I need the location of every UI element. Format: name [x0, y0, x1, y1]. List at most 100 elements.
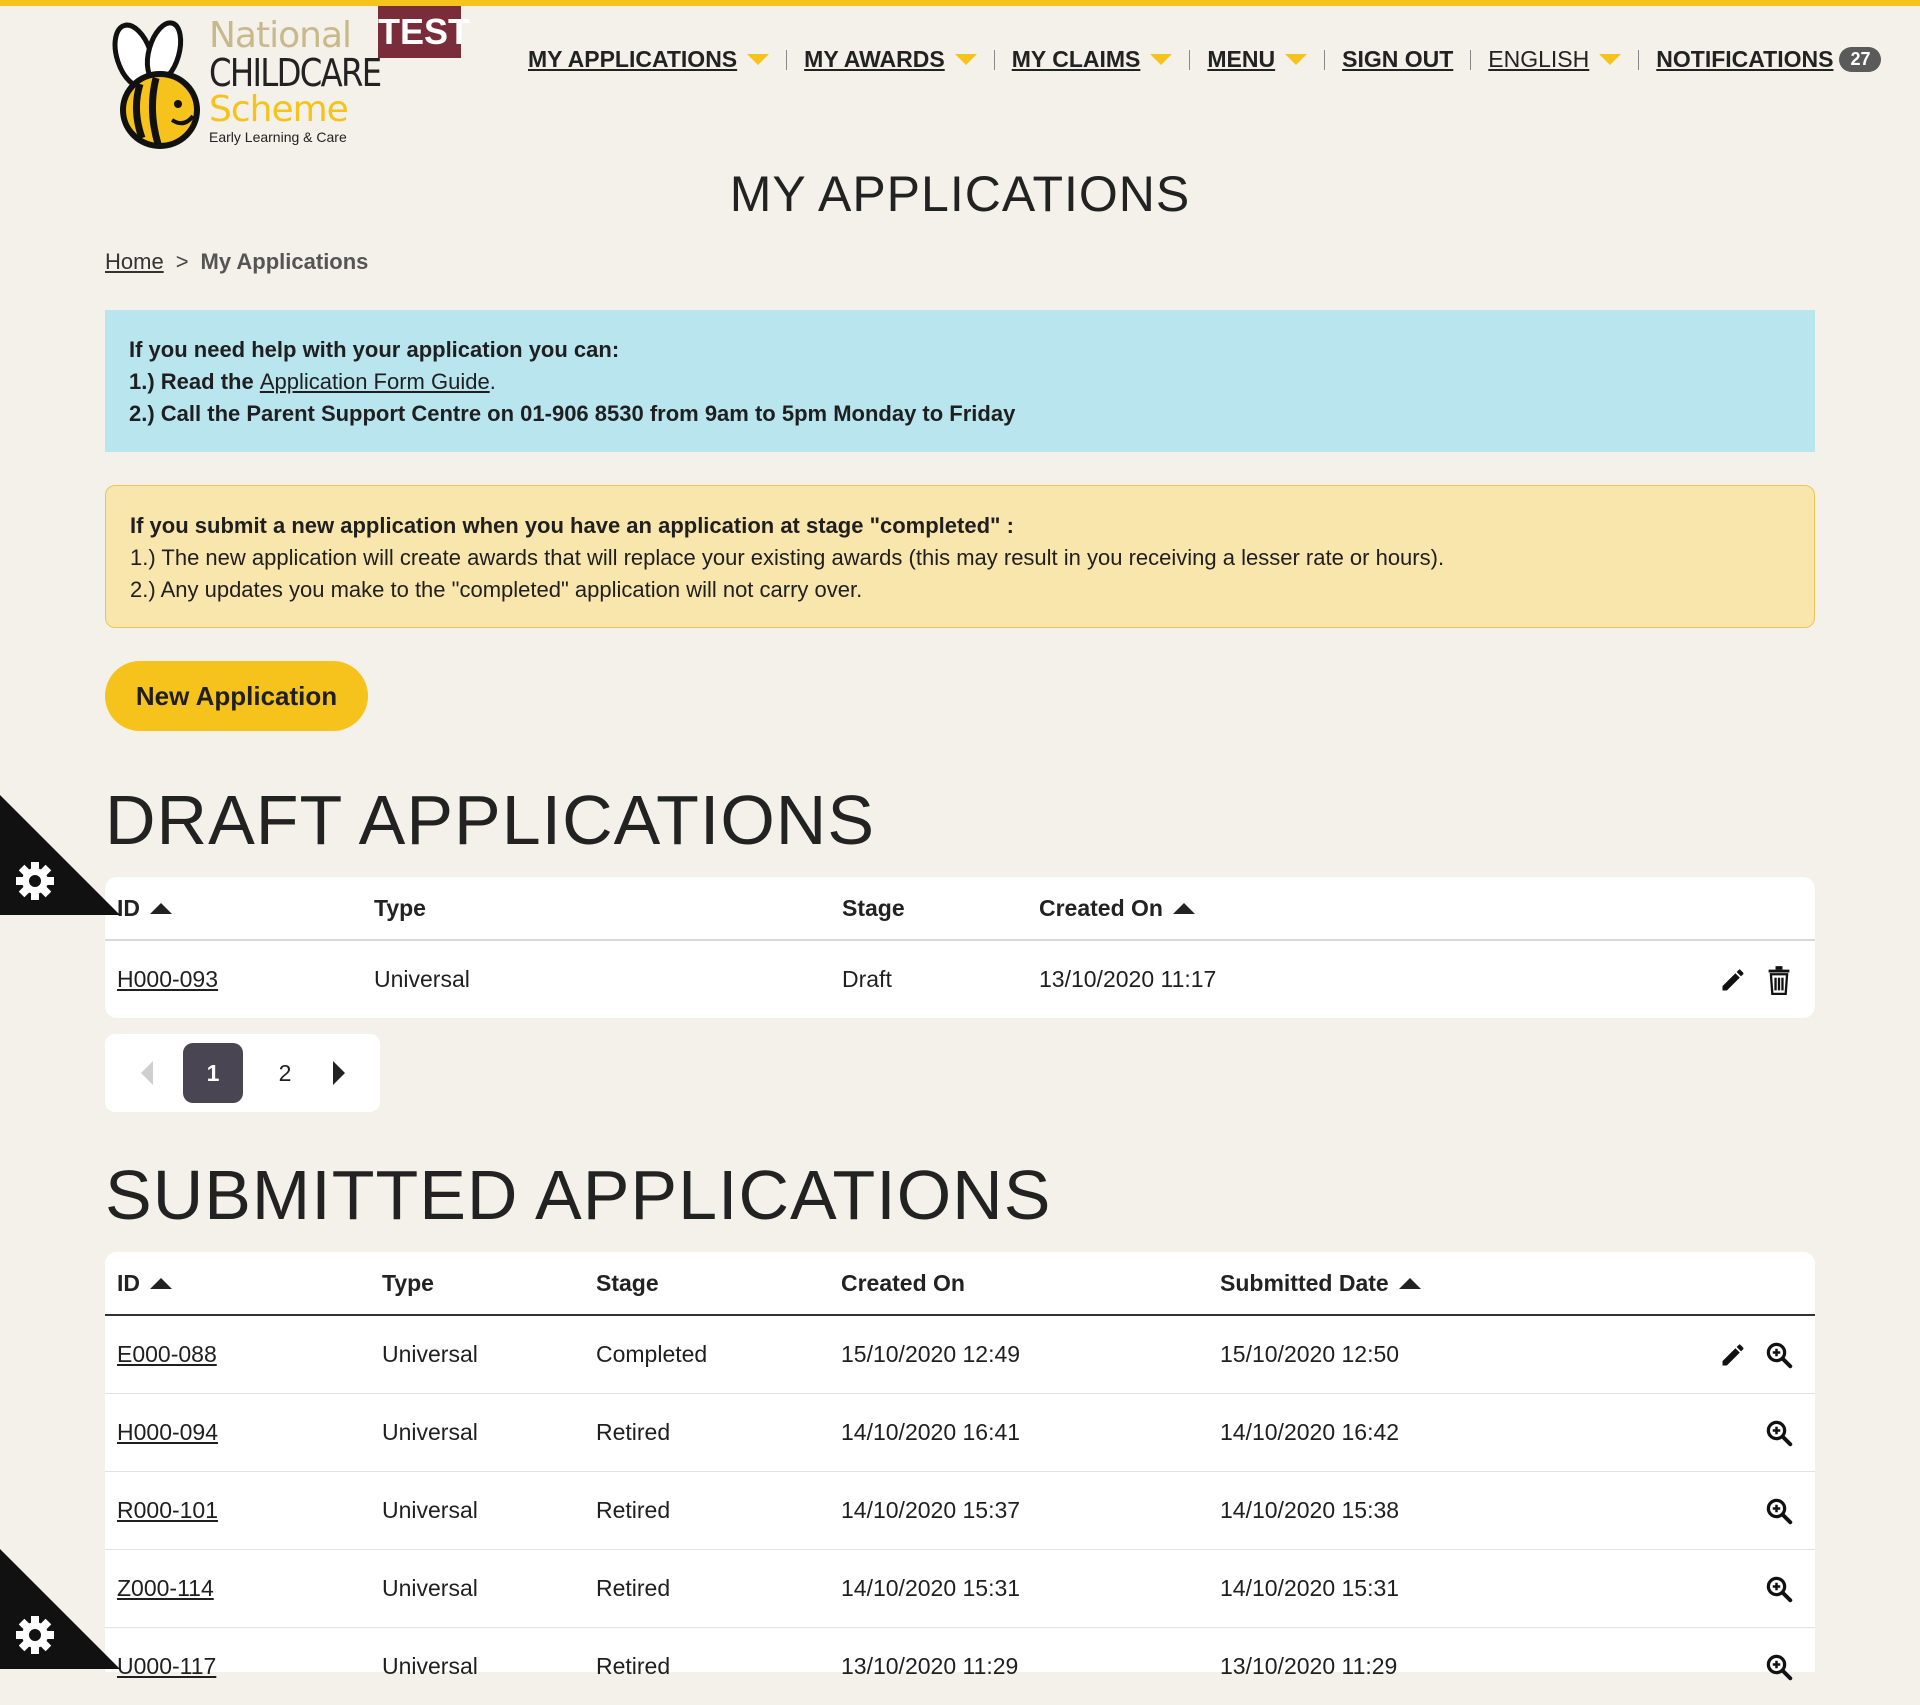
nav-sign-out-label: SIGN OUT: [1342, 46, 1454, 72]
zoom-icon[interactable]: [1763, 1339, 1795, 1371]
help-line1-prefix: 1.) Read the: [129, 369, 260, 394]
logo-line-tagline: Early Learning & Care: [209, 129, 347, 145]
chevron-down-icon[interactable]: [1599, 54, 1622, 65]
completed-stage-warning-box: If you submit a new application when you…: [105, 485, 1815, 628]
application-submitted-date: 15/10/2020 12:50: [1220, 1341, 1400, 1367]
zoom-icon[interactable]: [1763, 1651, 1795, 1683]
application-id-link[interactable]: H000-094: [117, 1419, 218, 1446]
zoom-icon[interactable]: [1763, 1417, 1795, 1449]
submitted-header-submitted-date-label: Submitted Date: [1220, 1269, 1389, 1296]
nav-my-claims[interactable]: MY CLAIMS: [1012, 46, 1173, 73]
table-row: Z000-114 Universal Retired 14/10/2020 15:31…: [105, 1550, 1815, 1628]
application-form-guide-link[interactable]: Application Form Guide: [260, 369, 490, 394]
top-accent-bar: [0, 0, 1920, 6]
application-type: Universal: [382, 1575, 478, 1601]
application-created-on: 14/10/2020 16:41: [841, 1419, 1021, 1445]
application-submitted-date: 14/10/2020 15:38: [1220, 1497, 1400, 1523]
sort-ascending-icon[interactable]: [1398, 1277, 1421, 1289]
submitted-header-submitted-date[interactable]: Submitted Date: [1220, 1270, 1421, 1297]
nav-language-selector[interactable]: ENGLISH: [1488, 46, 1622, 73]
main-navigation: MY APPLICATIONS MY AWARDS MY CLAIMS MENU…: [528, 46, 1882, 73]
previous-page-icon[interactable]: [141, 1061, 153, 1085]
nav-my-claims-label: MY CLAIMS: [1011, 46, 1141, 72]
application-created-on: 15/10/2020 12:49: [841, 1341, 1021, 1367]
application-id-link[interactable]: H000-093: [117, 966, 218, 993]
application-id-link[interactable]: U000-117: [117, 1653, 216, 1680]
submitted-header-id[interactable]: ID: [117, 1270, 172, 1297]
draft-pagination: 1 2: [105, 1034, 380, 1112]
application-stage: Retired: [596, 1497, 671, 1523]
notifications-count-badge[interactable]: 27: [1839, 47, 1882, 72]
sort-ascending-icon[interactable]: [150, 1277, 172, 1289]
gear-icon: [16, 1616, 54, 1654]
application-id-link[interactable]: Z000-114: [117, 1575, 214, 1602]
draft-header-type: Type: [374, 894, 426, 921]
pencil-icon[interactable]: [1717, 964, 1749, 996]
submitted-header-created-on: Created On: [841, 1269, 965, 1296]
help-line1-suffix: .: [489, 369, 496, 394]
chevron-down-icon[interactable]: [954, 54, 977, 65]
help-line2: 2.) Call the Parent Support Centre on 01…: [129, 401, 1016, 426]
nav-notifications[interactable]: NOTIFICATIONS: [1656, 46, 1833, 73]
draft-header-id[interactable]: ID: [117, 895, 172, 922]
trash-icon[interactable]: [1763, 964, 1795, 996]
sort-ascending-icon[interactable]: [1172, 902, 1195, 914]
breadcrumb-current: My Applications: [200, 249, 369, 274]
accessibility-settings-corner[interactable]: [0, 1549, 120, 1669]
page-title: MY APPLICATIONS: [729, 166, 1191, 222]
next-page-icon[interactable]: [333, 1061, 345, 1085]
nav-menu-label: MENU: [1207, 46, 1276, 72]
sort-ascending-icon[interactable]: [150, 902, 172, 914]
pencil-icon[interactable]: [1717, 1339, 1749, 1371]
nav-my-applications-label: MY APPLICATIONS: [528, 46, 738, 72]
nav-menu[interactable]: MENU: [1207, 46, 1308, 73]
chevron-down-icon[interactable]: [1150, 54, 1173, 65]
submitted-rows: E000-088 Universal Completed 15/10/2020 12:…: [105, 1316, 1815, 1705]
warning-line2: 2.) Any updates you make to the "complet…: [130, 577, 863, 602]
zoom-icon[interactable]: [1763, 1495, 1795, 1527]
submitted-header-id-label: ID: [117, 1269, 140, 1296]
logo-line-scheme: Scheme: [209, 89, 349, 130]
application-type: Universal: [382, 1653, 478, 1679]
application-stage: Retired: [596, 1419, 671, 1445]
application-type: Universal: [382, 1419, 478, 1445]
table-row: U000-117 Universal Retired 13/10/2020 11:29…: [105, 1628, 1815, 1705]
gear-icon: [16, 862, 54, 900]
page-1-button[interactable]: 1: [183, 1043, 243, 1103]
nav-language-label: ENGLISH: [1488, 46, 1590, 72]
warning-line1: 1.) The new application will create awar…: [130, 545, 1445, 570]
application-id-link[interactable]: R000-101: [117, 1497, 218, 1524]
nav-divider: [1189, 49, 1191, 70]
breadcrumb-home-link[interactable]: Home: [105, 249, 164, 274]
help-info-box: If you need help with your application y…: [105, 310, 1815, 452]
submitted-header-type: Type: [382, 1269, 434, 1296]
draft-applications-title: DRAFT APPLICATIONS: [105, 781, 876, 859]
help-heading: If you need help with your application y…: [129, 337, 620, 362]
page-2-button[interactable]: 2: [255, 1043, 315, 1103]
breadcrumb: Home > My Applications: [105, 249, 368, 275]
draft-header-created-on[interactable]: Created On: [1039, 895, 1195, 922]
nav-sign-out[interactable]: SIGN OUT: [1342, 46, 1453, 73]
chevron-down-icon[interactable]: [747, 54, 770, 65]
submitted-table-header: ID Type Stage Created On Submitted Date: [105, 1252, 1815, 1316]
application-stage: Completed: [596, 1341, 708, 1367]
table-row: E000-088 Universal Completed 15/10/2020 12:…: [105, 1316, 1815, 1394]
application-stage: Retired: [596, 1575, 671, 1601]
submitted-applications-title: SUBMITTED APPLICATIONS: [105, 1156, 1052, 1234]
warning-heading: If you submit a new application when you…: [130, 513, 1014, 538]
new-application-button[interactable]: New Application: [105, 661, 368, 731]
draft-applications-table: ID Type Stage Created On H000-093 Univer…: [105, 877, 1815, 1018]
application-type: Universal: [382, 1497, 478, 1523]
breadcrumb-separator: >: [175, 249, 189, 274]
nav-my-awards[interactable]: MY AWARDS: [804, 46, 977, 73]
nav-divider: [993, 49, 995, 70]
application-created-on: 13/10/2020 11:17: [1039, 966, 1217, 992]
chevron-down-icon[interactable]: [1285, 54, 1308, 65]
application-id-link[interactable]: E000-088: [117, 1341, 217, 1368]
nav-notifications-label: NOTIFICATIONS: [1656, 46, 1834, 72]
accessibility-settings-corner[interactable]: [0, 795, 120, 915]
nav-my-applications[interactable]: MY APPLICATIONS: [528, 46, 770, 73]
zoom-icon[interactable]: [1763, 1573, 1795, 1605]
nav-divider: [1638, 49, 1640, 70]
application-submitted-date: 13/10/2020 11:29: [1220, 1653, 1398, 1679]
